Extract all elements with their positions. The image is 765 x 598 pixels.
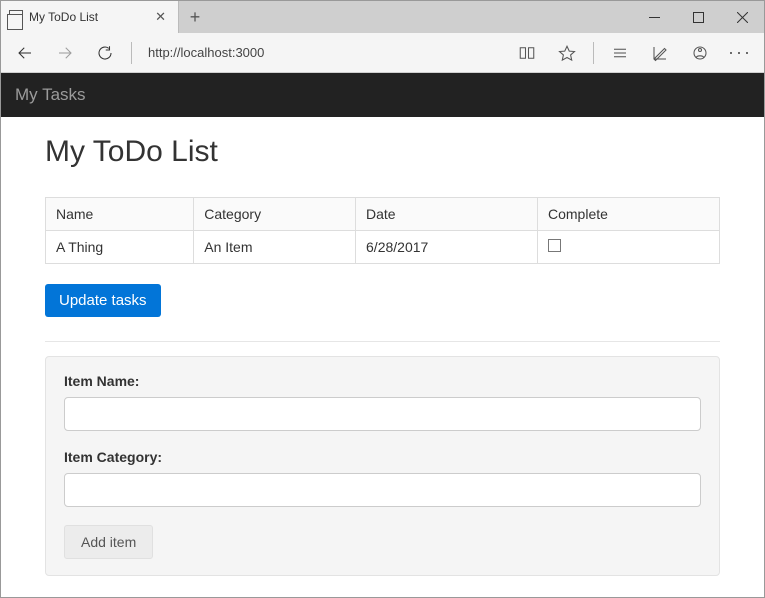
item-name-label: Item Name: xyxy=(64,373,701,389)
navbar-brand[interactable]: My Tasks xyxy=(15,85,86,105)
window-titlebar: My ToDo List ✕ + xyxy=(1,1,764,33)
window-minimize-button[interactable] xyxy=(632,1,676,33)
cell-complete xyxy=(537,231,719,264)
tab-title: My ToDo List xyxy=(29,10,98,24)
window-maximize-button[interactable] xyxy=(676,1,720,33)
table-header-row: Name Category Date Complete xyxy=(46,198,720,231)
address-bar[interactable]: http://localhost:3000 xyxy=(140,39,505,67)
window-close-button[interactable] xyxy=(720,1,764,33)
cell-date: 6/28/2017 xyxy=(356,231,538,264)
hub-icon[interactable] xyxy=(602,37,638,69)
item-category-input[interactable] xyxy=(64,473,701,507)
page-content: My ToDo List Name Category Date Complete… xyxy=(1,117,764,594)
browser-tab[interactable]: My ToDo List ✕ xyxy=(1,1,179,33)
cell-name: A Thing xyxy=(46,231,194,264)
update-tasks-button[interactable]: Update tasks xyxy=(45,284,161,317)
forward-button[interactable] xyxy=(47,37,83,69)
page-icon xyxy=(9,10,23,24)
col-date: Date xyxy=(356,198,538,231)
complete-checkbox[interactable] xyxy=(548,239,561,252)
cell-category: An Item xyxy=(194,231,356,264)
separator xyxy=(593,42,594,64)
item-category-label: Item Category: xyxy=(64,449,701,465)
col-complete: Complete xyxy=(537,198,719,231)
new-tab-button[interactable]: + xyxy=(179,1,211,33)
item-name-input[interactable] xyxy=(64,397,701,431)
col-name: Name xyxy=(46,198,194,231)
share-icon[interactable] xyxy=(682,37,718,69)
notes-icon[interactable] xyxy=(642,37,678,69)
col-category: Category xyxy=(194,198,356,231)
refresh-button[interactable] xyxy=(87,37,123,69)
separator xyxy=(131,42,132,64)
browser-toolbar: http://localhost:3000 ··· xyxy=(1,33,764,73)
tasks-table: Name Category Date Complete A Thing An I… xyxy=(45,197,720,264)
reading-view-icon[interactable] xyxy=(509,37,545,69)
table-row: A Thing An Item 6/28/2017 xyxy=(46,231,720,264)
url-text: http://localhost:3000 xyxy=(148,45,264,60)
tab-close-icon[interactable]: ✕ xyxy=(151,9,170,25)
page-title: My ToDo List xyxy=(45,135,720,169)
app-navbar: My Tasks xyxy=(1,73,764,117)
back-button[interactable] xyxy=(7,37,43,69)
add-item-form: Item Name: Item Category: Add item xyxy=(45,356,720,576)
add-item-button[interactable]: Add item xyxy=(64,525,153,559)
divider xyxy=(45,341,720,342)
more-icon[interactable]: ··· xyxy=(722,37,758,69)
favorite-icon[interactable] xyxy=(549,37,585,69)
